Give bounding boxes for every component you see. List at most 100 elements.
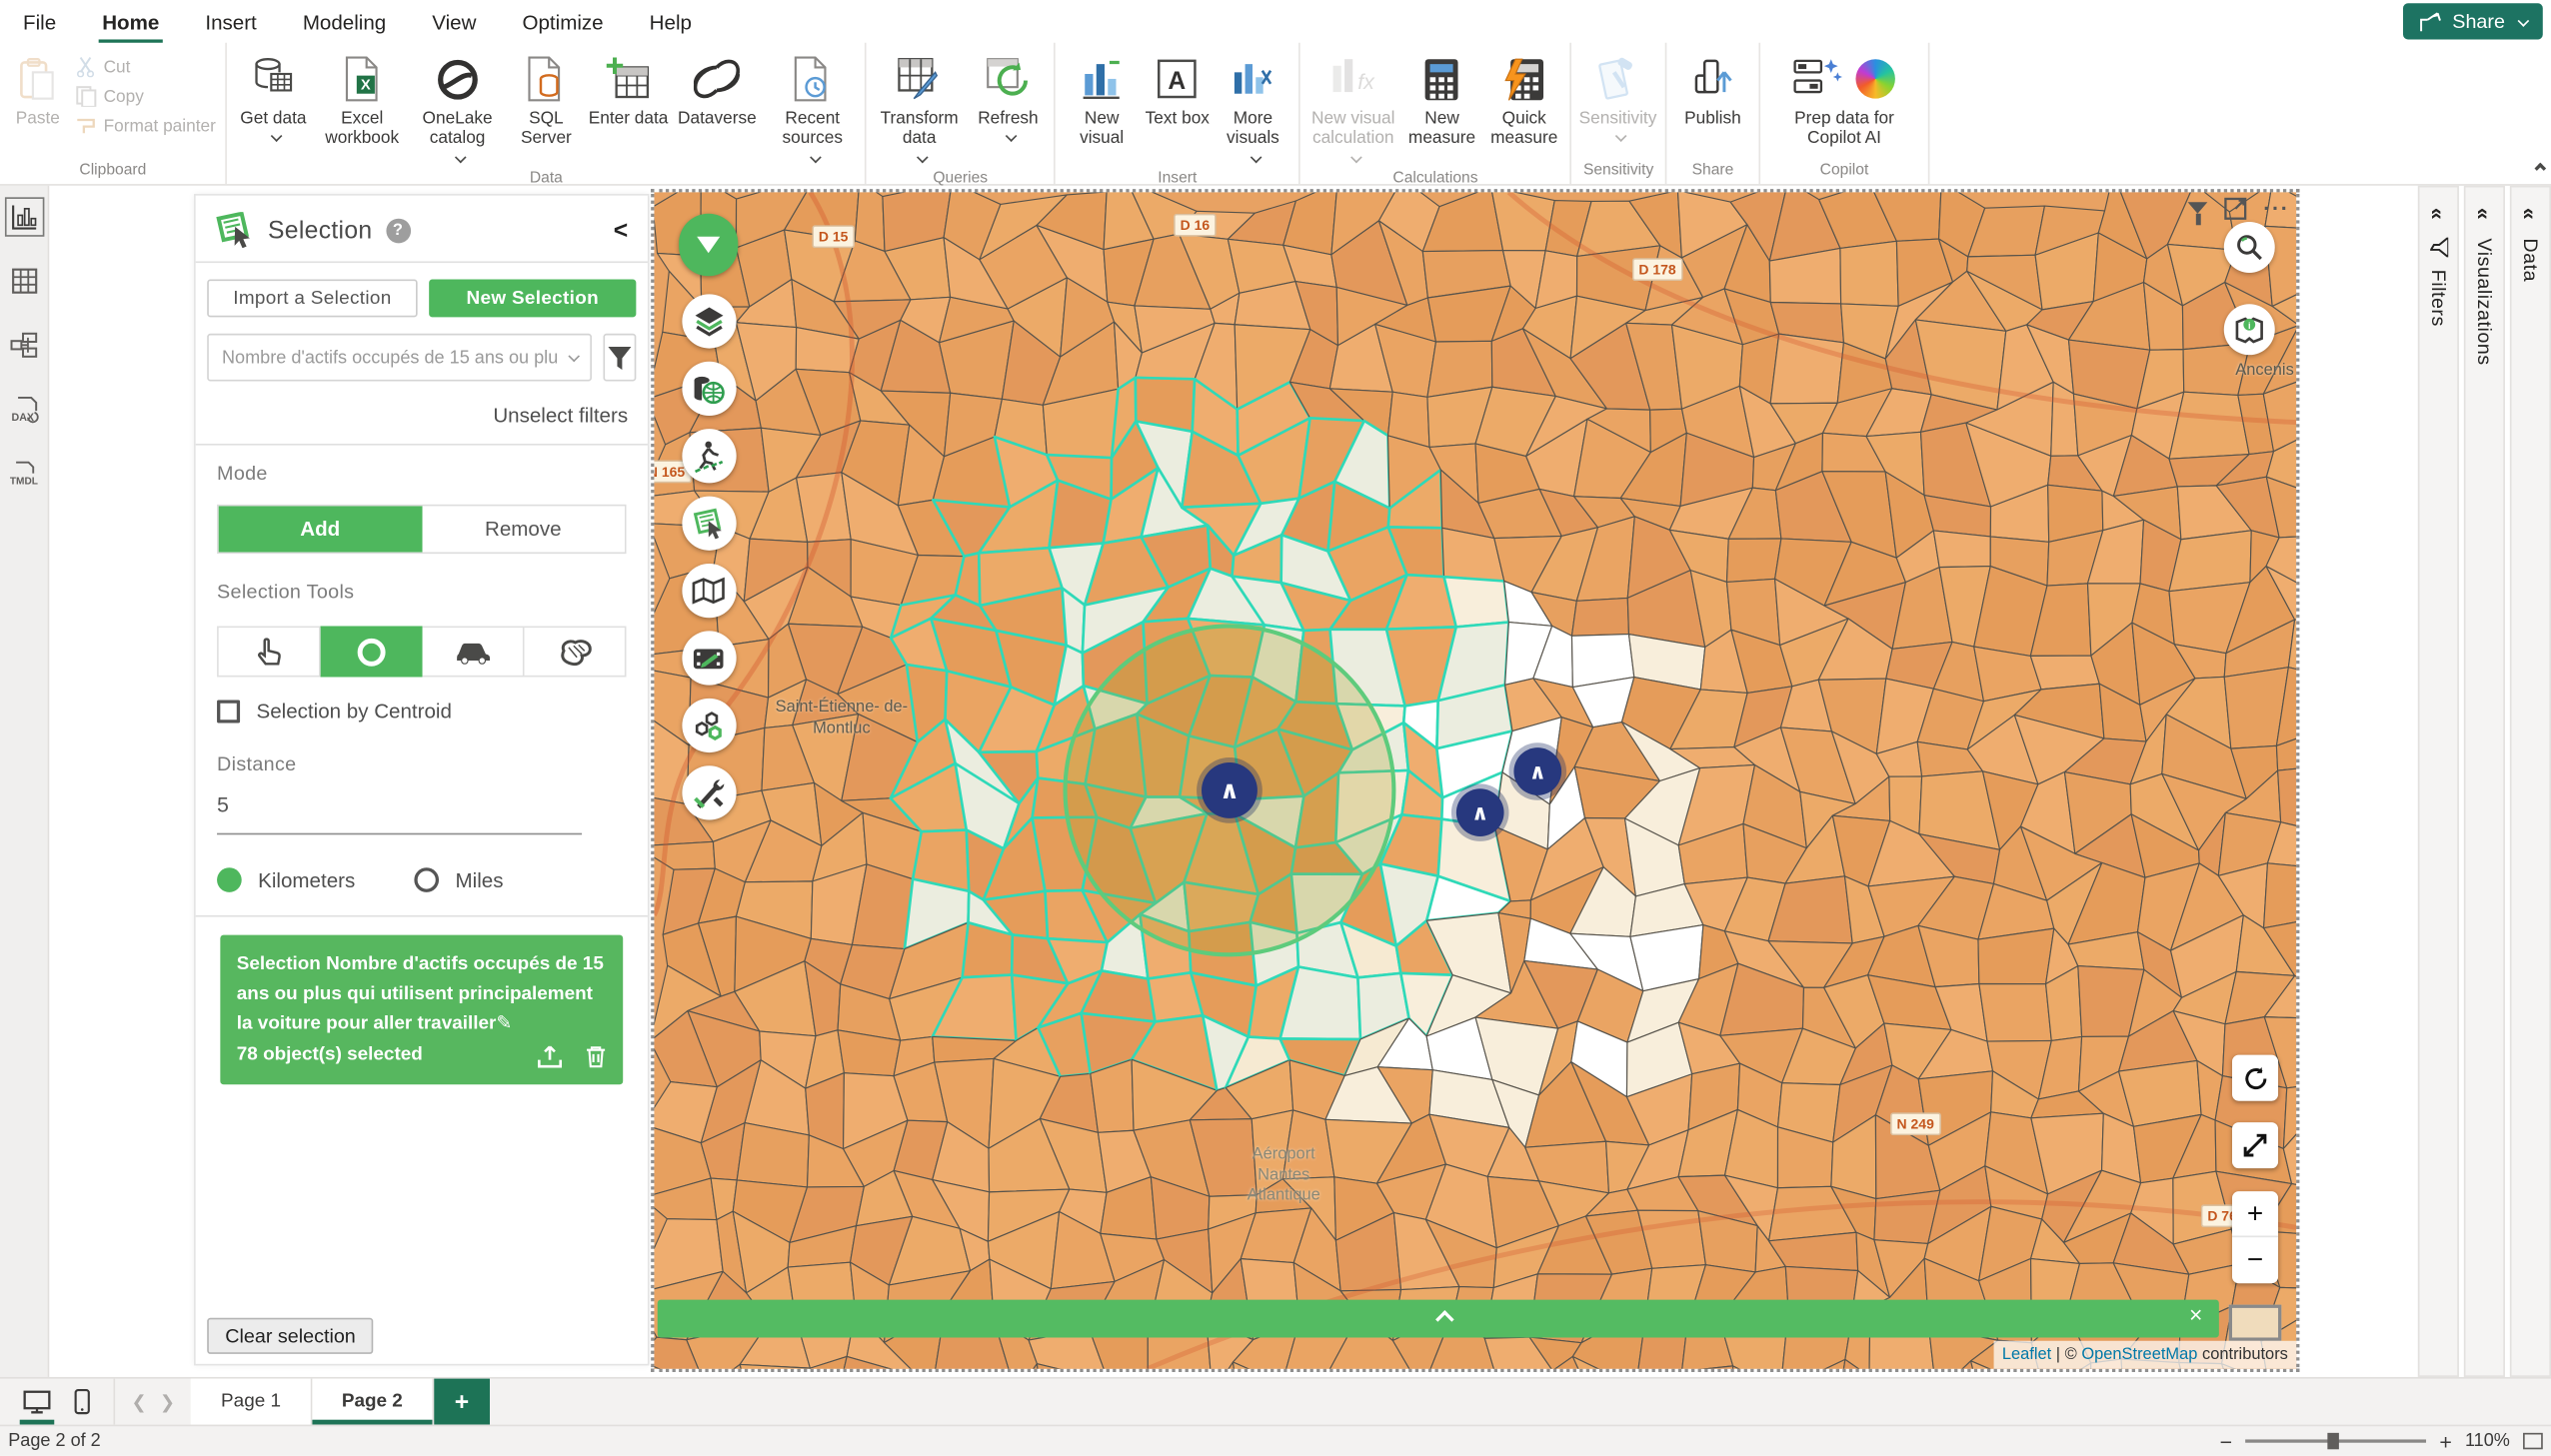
quick-measure-button[interactable]: Quick measure bbox=[1483, 51, 1565, 153]
expand-pane-icon[interactable]: « bbox=[2426, 208, 2451, 218]
osm-link[interactable]: OpenStreetMap bbox=[2081, 1346, 2197, 1364]
collapse-toolbar-button[interactable] bbox=[679, 214, 738, 276]
new-visual-button[interactable]: New visual bbox=[1061, 51, 1143, 153]
refresh-button[interactable]: Refresh bbox=[967, 51, 1049, 145]
copy-button[interactable]: Copy bbox=[71, 84, 221, 109]
expand-pane-icon[interactable]: « bbox=[2472, 208, 2497, 218]
expand-pane-icon[interactable]: « bbox=[2518, 208, 2543, 218]
circle-tool-button[interactable] bbox=[321, 626, 423, 677]
unselect-filters-link[interactable]: Unselect filters bbox=[196, 385, 648, 444]
data-layers-button[interactable] bbox=[682, 362, 736, 416]
transform-data-button[interactable]: Transform data bbox=[872, 51, 967, 166]
layers-button[interactable] bbox=[682, 294, 736, 348]
model-view-button[interactable] bbox=[9, 331, 39, 361]
share-button[interactable]: Share bbox=[2403, 3, 2543, 39]
map-info-button[interactable]: i bbox=[2224, 304, 2275, 355]
selection-tool-button[interactable] bbox=[682, 497, 736, 551]
menu-help[interactable]: Help bbox=[627, 2, 715, 40]
report-view-button[interactable] bbox=[9, 202, 39, 232]
walk-time-button[interactable] bbox=[682, 429, 736, 483]
collapse-ribbon-button[interactable] bbox=[2533, 158, 2545, 178]
table-view-button[interactable] bbox=[9, 266, 39, 296]
cluster-marker[interactable]: ∧ bbox=[1202, 762, 1258, 818]
sql-server-button[interactable]: SQL Server bbox=[505, 51, 587, 153]
selection-summary-card[interactable]: Selection Nombre d'actifs occupés de 15 … bbox=[220, 935, 623, 1085]
zoom-out-button[interactable]: − bbox=[2232, 1237, 2278, 1283]
data-pane-collapsed[interactable]: « Data bbox=[2510, 186, 2551, 1377]
zoom-in-button[interactable]: + bbox=[2232, 1191, 2278, 1237]
new-visual-calculation-button[interactable]: fx New visual calculation bbox=[1305, 51, 1400, 166]
zoom-slider[interactable] bbox=[2245, 1439, 2426, 1442]
dataverse-button[interactable]: Dataverse bbox=[670, 51, 765, 132]
mode-remove-button[interactable]: Remove bbox=[422, 506, 625, 552]
map-refresh-button[interactable] bbox=[2232, 1055, 2278, 1101]
distance-input[interactable]: 5 bbox=[196, 782, 648, 817]
leaflet-link[interactable]: Leaflet bbox=[2002, 1346, 2051, 1364]
timeline-button[interactable] bbox=[682, 631, 736, 685]
tab-page-2[interactable]: Page 2 bbox=[312, 1379, 434, 1425]
focus-mode-icon[interactable] bbox=[2224, 196, 2247, 219]
paste-button[interactable]: Paste bbox=[5, 51, 71, 132]
text-box-button[interactable]: A Text box bbox=[1143, 51, 1212, 132]
centroid-checkbox[interactable] bbox=[217, 700, 240, 723]
mobile-layout-button[interactable] bbox=[74, 1388, 90, 1414]
map-visual[interactable]: ∧ ∧ ∧ D 15 D 16 D 178 N 165 N 249 D 763 … bbox=[654, 192, 2296, 1368]
tab-page-1[interactable]: Page 1 bbox=[191, 1379, 312, 1425]
pointer-tool-button[interactable] bbox=[217, 626, 321, 677]
field-dropdown[interactable]: Nombre d'actifs occupés de 15 ans ou plu bbox=[207, 334, 591, 382]
recent-sources-button[interactable]: Recent sources bbox=[765, 51, 860, 166]
excel-workbook-button[interactable]: X Excel workbook bbox=[315, 51, 410, 153]
zoom-in-icon[interactable]: + bbox=[2439, 1429, 2451, 1454]
new-selection-button[interactable]: New Selection bbox=[429, 280, 636, 318]
time-slider-bar[interactable]: × bbox=[658, 1300, 2219, 1338]
cluster-marker[interactable]: ∧ bbox=[1513, 747, 1561, 795]
miles-radio[interactable] bbox=[414, 867, 439, 892]
mode-add-button[interactable]: Add bbox=[219, 506, 422, 552]
onelake-catalog-button[interactable]: OneLake catalog bbox=[410, 51, 505, 166]
more-visuals-button[interactable]: More visuals bbox=[1212, 51, 1293, 166]
collapse-panel-button[interactable]: < bbox=[614, 216, 628, 244]
map-search-button[interactable] bbox=[2224, 222, 2275, 273]
help-icon[interactable]: ? bbox=[386, 218, 411, 243]
format-painter-button[interactable]: Format painter bbox=[71, 113, 221, 138]
menu-view[interactable]: View bbox=[409, 2, 499, 40]
desktop-layout-button[interactable] bbox=[23, 1389, 51, 1414]
enter-data-button[interactable]: Enter data bbox=[587, 51, 669, 132]
basemap-button[interactable] bbox=[682, 564, 736, 618]
cut-button[interactable]: Cut bbox=[71, 54, 221, 79]
import-selection-button[interactable]: Import a Selection bbox=[207, 280, 417, 318]
settings-tools-button[interactable] bbox=[682, 765, 736, 819]
fit-to-page-icon[interactable] bbox=[2523, 1433, 2543, 1449]
delete-selection-icon[interactable] bbox=[585, 1045, 606, 1068]
edit-pencil-icon[interactable]: ✎ bbox=[496, 1013, 512, 1033]
prev-page-arrow[interactable]: ❮ bbox=[132, 1391, 147, 1412]
get-data-button[interactable]: Get data bbox=[232, 51, 314, 145]
menu-optimize[interactable]: Optimize bbox=[499, 2, 626, 40]
menu-modeling[interactable]: Modeling bbox=[280, 2, 409, 40]
more-options-icon[interactable]: ··· bbox=[2263, 196, 2289, 221]
menu-insert[interactable]: Insert bbox=[182, 2, 279, 40]
menu-file[interactable]: File bbox=[0, 2, 79, 40]
filters-pane-collapsed[interactable]: « Filters bbox=[2418, 186, 2459, 1377]
visualizations-pane-collapsed[interactable]: « Visualizations bbox=[2464, 186, 2505, 1377]
cluster-marker[interactable]: ∧ bbox=[1456, 788, 1504, 836]
new-measure-button[interactable]: New measure bbox=[1400, 51, 1482, 153]
menu-home[interactable]: Home bbox=[79, 2, 182, 40]
minimap-toggle[interactable] bbox=[2229, 1305, 2282, 1341]
visual-filter-icon[interactable] bbox=[2188, 202, 2208, 214]
kilometers-radio[interactable] bbox=[217, 867, 242, 892]
close-icon[interactable]: × bbox=[2189, 1301, 2202, 1327]
map-fullscreen-button[interactable] bbox=[2232, 1122, 2278, 1168]
next-page-arrow[interactable]: ❯ bbox=[160, 1391, 175, 1412]
prep-data-copilot-button[interactable]: Prep data for Copilot AI bbox=[1765, 51, 1923, 153]
zoom-slider-handle[interactable] bbox=[2327, 1433, 2339, 1449]
add-page-button[interactable]: + bbox=[434, 1379, 490, 1425]
sensitivity-button[interactable]: Sensitivity bbox=[1576, 51, 1658, 145]
hexbin-button[interactable] bbox=[682, 699, 736, 752]
zoom-out-icon[interactable]: − bbox=[2220, 1429, 2232, 1454]
publish-button[interactable]: Publish bbox=[1671, 51, 1753, 132]
tmdl-view-button[interactable]: TMDL bbox=[9, 459, 39, 489]
dax-query-view-button[interactable]: DAX bbox=[9, 395, 39, 425]
filter-button[interactable] bbox=[603, 334, 637, 382]
drivetime-tool-button[interactable] bbox=[423, 626, 525, 677]
